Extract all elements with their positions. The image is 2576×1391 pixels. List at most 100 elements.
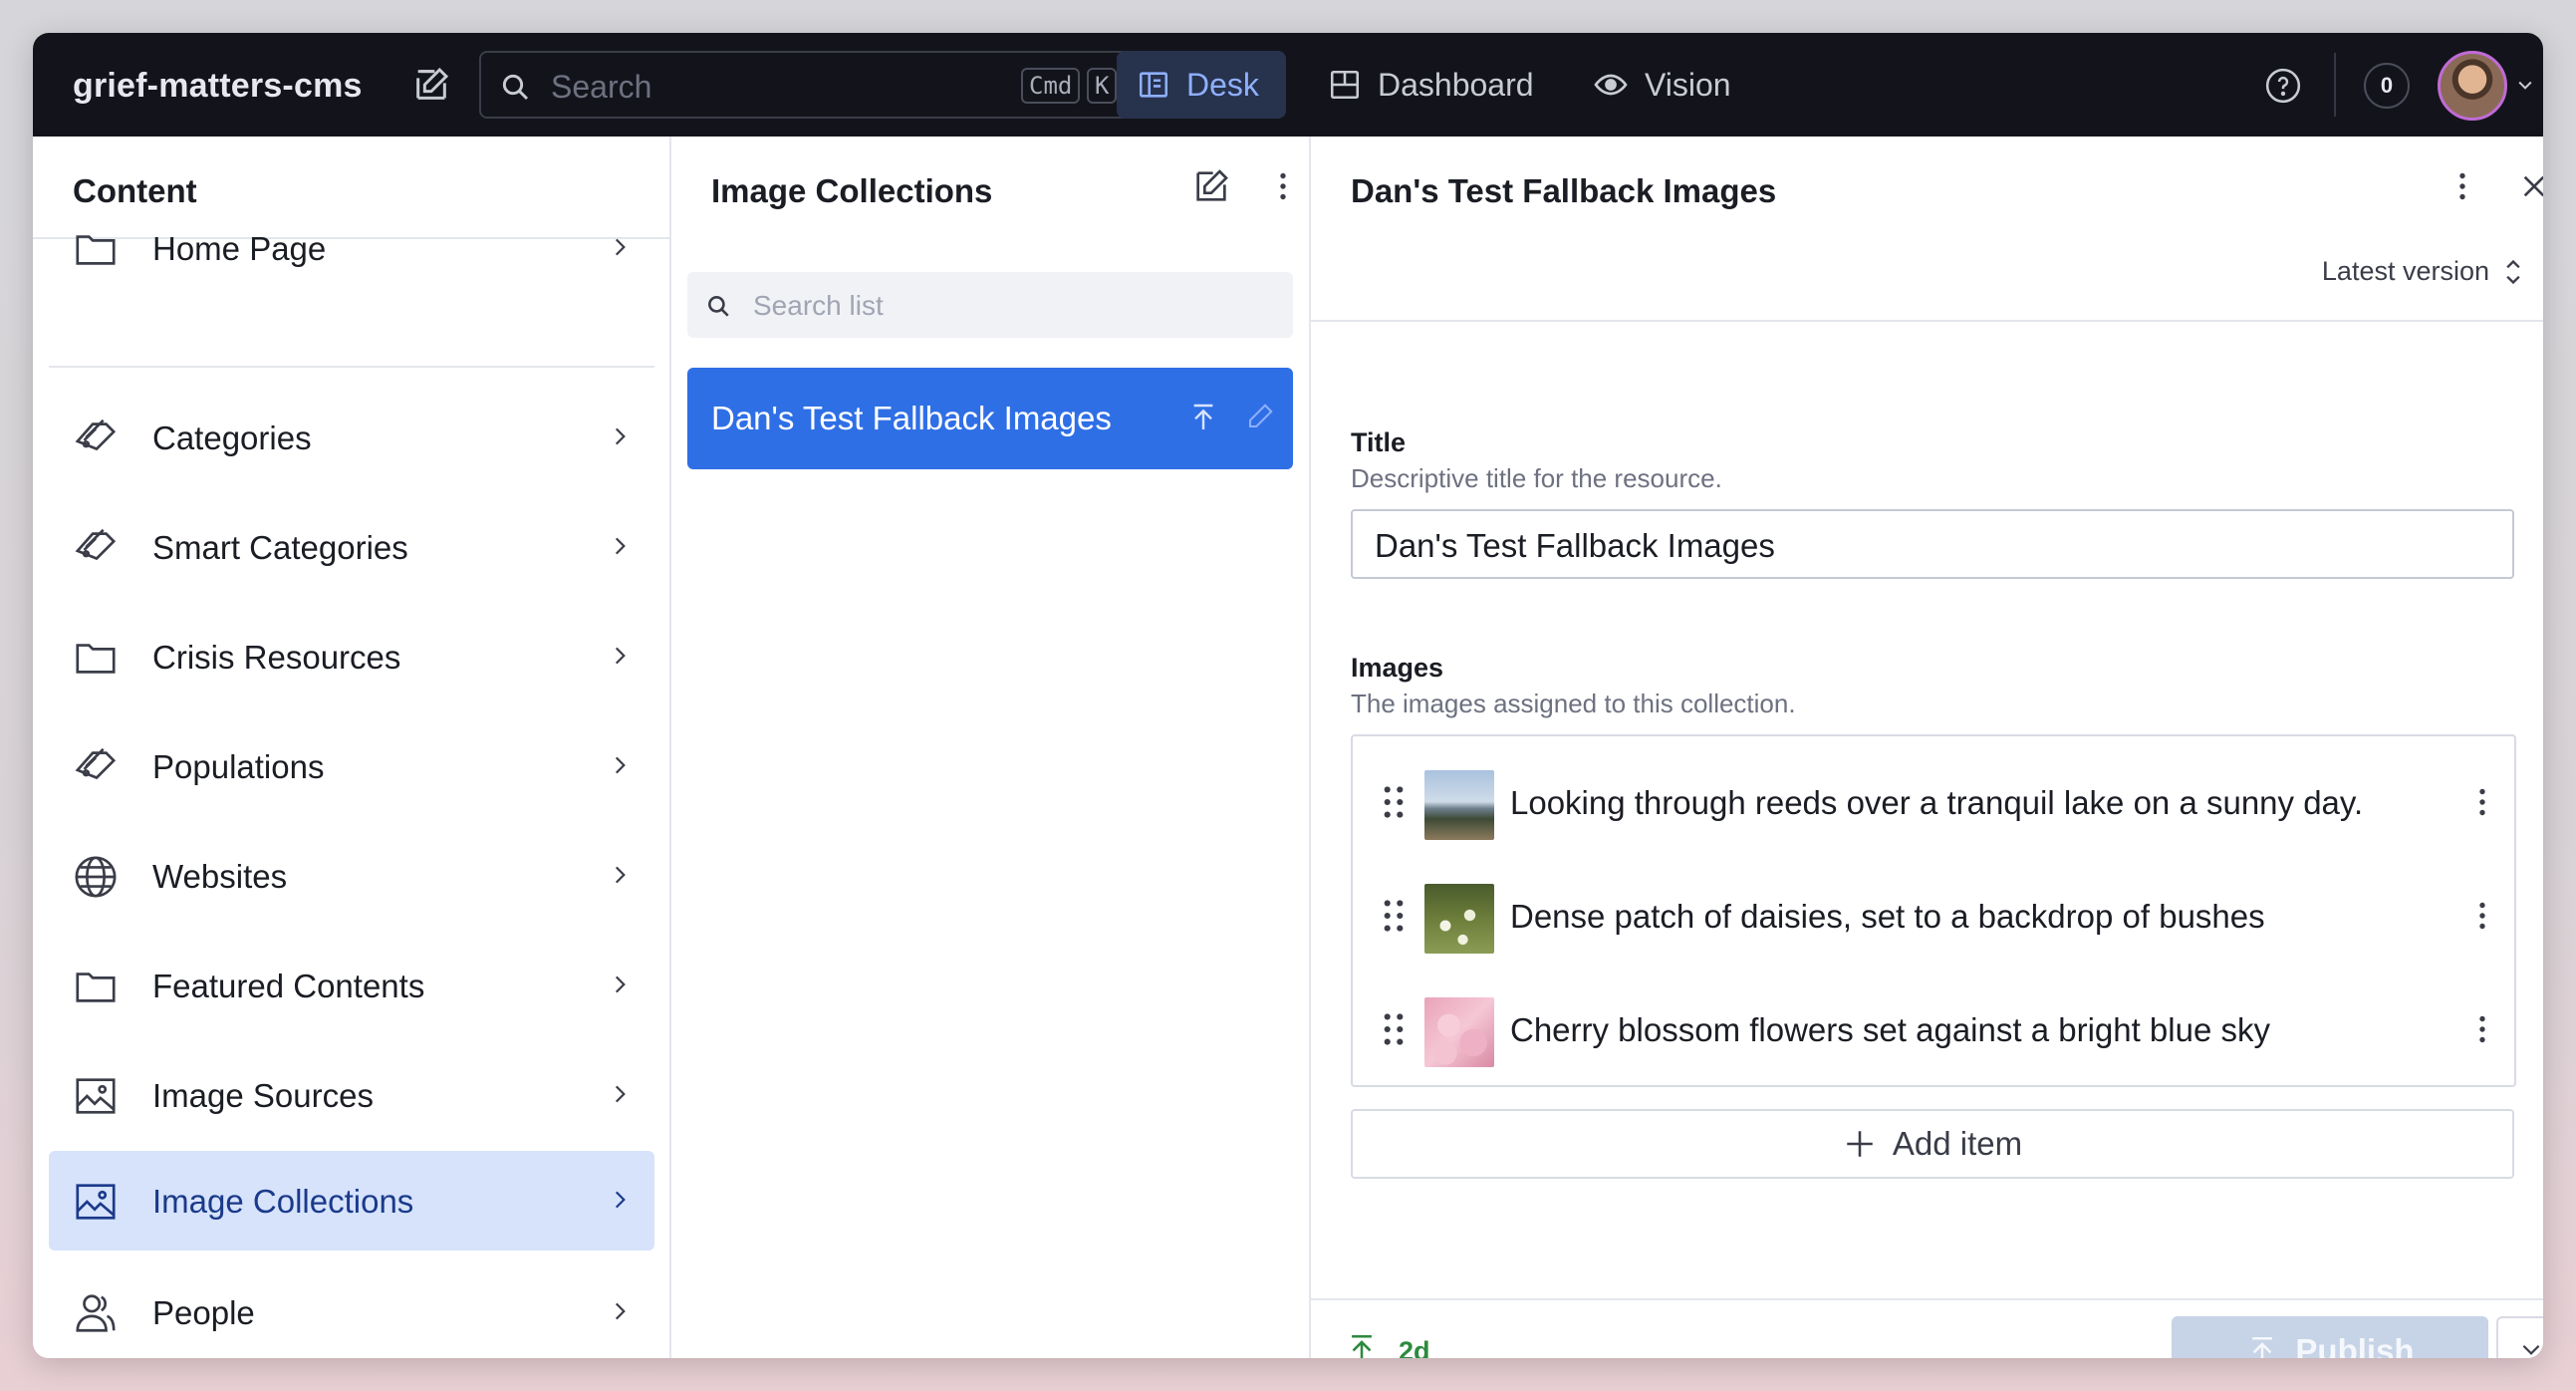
- image-icon: [73, 1073, 119, 1119]
- sidebar-item-populations[interactable]: Populations: [49, 716, 654, 816]
- more-vertical-icon[interactable]: [1265, 168, 1301, 209]
- search-icon: [499, 71, 531, 108]
- more-vertical-icon[interactable]: [2464, 784, 2500, 825]
- notification-count[interactable]: 0: [2364, 63, 2410, 109]
- more-vertical-icon[interactable]: [2445, 168, 2480, 209]
- publish-label: Publish: [2295, 1332, 2415, 1358]
- help-icon[interactable]: [2264, 67, 2302, 110]
- document-list-pane: Image Collections Search list Dan's Test…: [671, 137, 1311, 1358]
- people-icon: [73, 1290, 119, 1336]
- shortcut-cmd: Cmd: [1021, 68, 1081, 104]
- dashboard-icon: [1328, 68, 1362, 102]
- chevron-right-icon: [607, 423, 633, 454]
- new-document-button[interactable]: [407, 61, 455, 109]
- drag-handle-icon[interactable]: [1381, 898, 1407, 939]
- sidebar-item-label: Image Collections: [152, 1183, 414, 1220]
- chevron-right-icon: [607, 1081, 633, 1112]
- add-item-button[interactable]: Add item: [1351, 1109, 2514, 1179]
- image-thumbnail: [1424, 997, 1494, 1067]
- sidebar-item-label: Home Page: [152, 230, 327, 267]
- chevron-right-icon: [607, 1187, 633, 1218]
- sidebar-item-label: Populations: [152, 748, 325, 785]
- search-placeholder: Search: [551, 69, 652, 105]
- compose-icon[interactable]: [1191, 166, 1231, 211]
- tag-icon: [73, 525, 119, 571]
- version-select[interactable]: Latest version: [2322, 256, 2520, 287]
- sidebar-item-label: Categories: [152, 419, 312, 456]
- tab-vision-label: Vision: [1645, 66, 1731, 103]
- chevron-down-icon[interactable]: [2515, 75, 2535, 100]
- image-array-item[interactable]: Looking through reeds over a tranquil la…: [1353, 744, 2514, 858]
- images-array: Looking through reeds over a tranquil la…: [1351, 734, 2516, 1087]
- publish-menu-button[interactable]: [2496, 1316, 2543, 1358]
- images-field-label: Images: [1351, 653, 1444, 683]
- tab-desk[interactable]: Desk: [1117, 51, 1286, 119]
- image-caption: Cherry blossom flowers set against a bri…: [1510, 1011, 2270, 1048]
- sidebar-item-smart-categories[interactable]: Smart Categories: [49, 497, 654, 597]
- sidebar-item-people[interactable]: People: [49, 1262, 654, 1358]
- desk-icon: [1137, 68, 1170, 102]
- app-window: grief-matters-cms Search Cmd K Desk Dash…: [33, 33, 2543, 1358]
- sidebar-item-categories[interactable]: Categories: [49, 388, 654, 487]
- search-icon: [705, 293, 731, 324]
- tab-dashboard-label: Dashboard: [1378, 66, 1534, 103]
- nav-divider: [2334, 53, 2336, 117]
- project-name[interactable]: grief-matters-cms: [73, 67, 363, 106]
- sidebar-item-label: People: [152, 1294, 255, 1331]
- images-field-description: The images assigned to this collection.: [1351, 689, 1796, 718]
- sidebar-item-websites[interactable]: Websites: [49, 826, 654, 926]
- chevron-up-down-icon: [2499, 254, 2527, 297]
- chevron-right-icon: [607, 972, 633, 1002]
- sidebar-item-label: Image Sources: [152, 1077, 374, 1114]
- chevron-right-icon: [607, 533, 633, 564]
- divider: [1311, 1298, 2543, 1300]
- global-search[interactable]: Search Cmd K: [479, 51, 1135, 119]
- chevron-right-icon: [607, 862, 633, 893]
- sidebar-item-featured-contents[interactable]: Featured Contents: [49, 936, 654, 1035]
- globe-icon: [73, 854, 119, 900]
- chevron-right-icon: [607, 643, 633, 674]
- sidebar-item-home-page[interactable]: Home Page: [49, 198, 654, 298]
- more-vertical-icon[interactable]: [2464, 898, 2500, 939]
- sidebar-item-image-sources[interactable]: Image Sources: [49, 1045, 654, 1145]
- chevron-right-icon: [607, 234, 633, 265]
- tag-icon: [73, 744, 119, 790]
- chevron-right-icon: [607, 752, 633, 783]
- document-editor-pane: Dan's Test Fallback Images Latest versio…: [1311, 137, 2543, 1358]
- published-icon: [1187, 402, 1219, 438]
- sidebar-item-crisis-resources[interactable]: Crisis Resources: [49, 607, 654, 706]
- folder-icon: [73, 226, 119, 272]
- sidebar-item-image-collections[interactable]: Image Collections: [49, 1151, 654, 1251]
- list-search-input[interactable]: Search list: [687, 272, 1293, 338]
- document-list-item-label: Dan's Test Fallback Images: [711, 400, 1112, 436]
- document-status[interactable]: 2d: [1345, 1332, 1430, 1358]
- document-title: Dan's Test Fallback Images: [1351, 172, 1777, 209]
- tab-vision[interactable]: Vision: [1573, 51, 1752, 119]
- more-vertical-icon[interactable]: [2464, 1011, 2500, 1052]
- folder-icon: [73, 964, 119, 1009]
- top-navbar: grief-matters-cms Search Cmd K Desk Dash…: [33, 33, 2543, 137]
- title-input-value: Dan's Test Fallback Images: [1375, 527, 1775, 564]
- title-field-label: Title: [1351, 427, 1407, 457]
- title-input[interactable]: Dan's Test Fallback Images: [1351, 509, 2514, 579]
- pencil-icon: [1245, 402, 1275, 436]
- sidebar-item-label: Smart Categories: [152, 529, 408, 566]
- compose-icon: [416, 67, 449, 100]
- drag-handle-icon[interactable]: [1381, 1011, 1407, 1052]
- shortcut-k: K: [1087, 68, 1118, 104]
- user-avatar[interactable]: [2438, 51, 2507, 121]
- close-icon[interactable]: [2518, 170, 2543, 207]
- tab-desk-label: Desk: [1186, 66, 1259, 103]
- image-caption: Looking through reeds over a tranquil la…: [1510, 784, 2364, 821]
- image-array-item[interactable]: Cherry blossom flowers set against a bri…: [1353, 972, 2514, 1085]
- drag-handle-icon[interactable]: [1381, 784, 1407, 825]
- status-time: 2d: [1399, 1336, 1430, 1358]
- image-icon: [73, 1179, 119, 1225]
- eye-icon: [1593, 67, 1629, 103]
- sidebar-item-label: Featured Contents: [152, 968, 425, 1004]
- image-array-item[interactable]: Dense patch of daisies, set to a backdro…: [1353, 858, 2514, 972]
- document-list-item[interactable]: Dan's Test Fallback Images: [687, 368, 1293, 469]
- tab-dashboard[interactable]: Dashboard: [1308, 51, 1577, 119]
- title-field-description: Descriptive title for the resource.: [1351, 463, 1722, 493]
- publish-button[interactable]: Publish: [2172, 1316, 2488, 1358]
